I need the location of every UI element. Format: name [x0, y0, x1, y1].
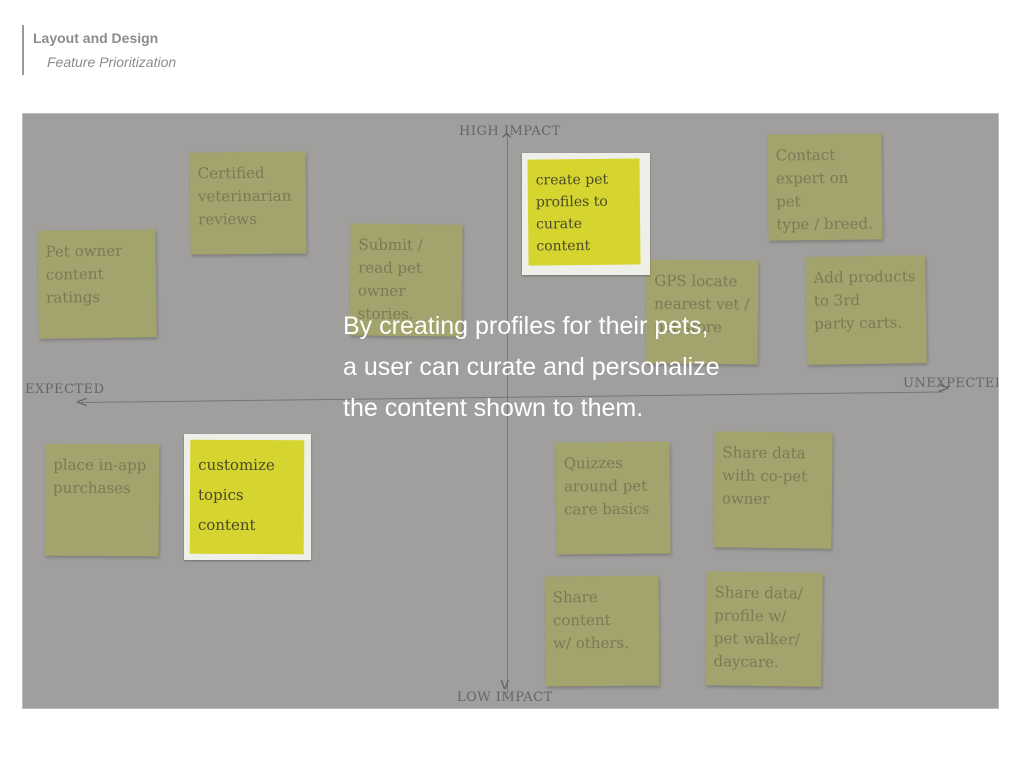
highlighted-sticky-note: customize topics content [189, 439, 305, 555]
highlighted-sticky-note: create pet profiles to curate content [527, 158, 641, 266]
highlighted-note-frame: customize topics content [184, 434, 311, 560]
slide-header: Layout and Design Feature Prioritization [22, 25, 176, 75]
slide-title: Layout and Design [33, 30, 159, 46]
whiteboard-photo: ^ v < > HIGH IMPACT LOW IMPACT EXPECTED … [22, 113, 999, 709]
highlighted-note-frame: create pet profiles to curate content [522, 153, 650, 275]
slide-subtitle: Feature Prioritization [47, 54, 177, 70]
overlay-caption: By creating profiles for their pets, a u… [343, 312, 720, 422]
